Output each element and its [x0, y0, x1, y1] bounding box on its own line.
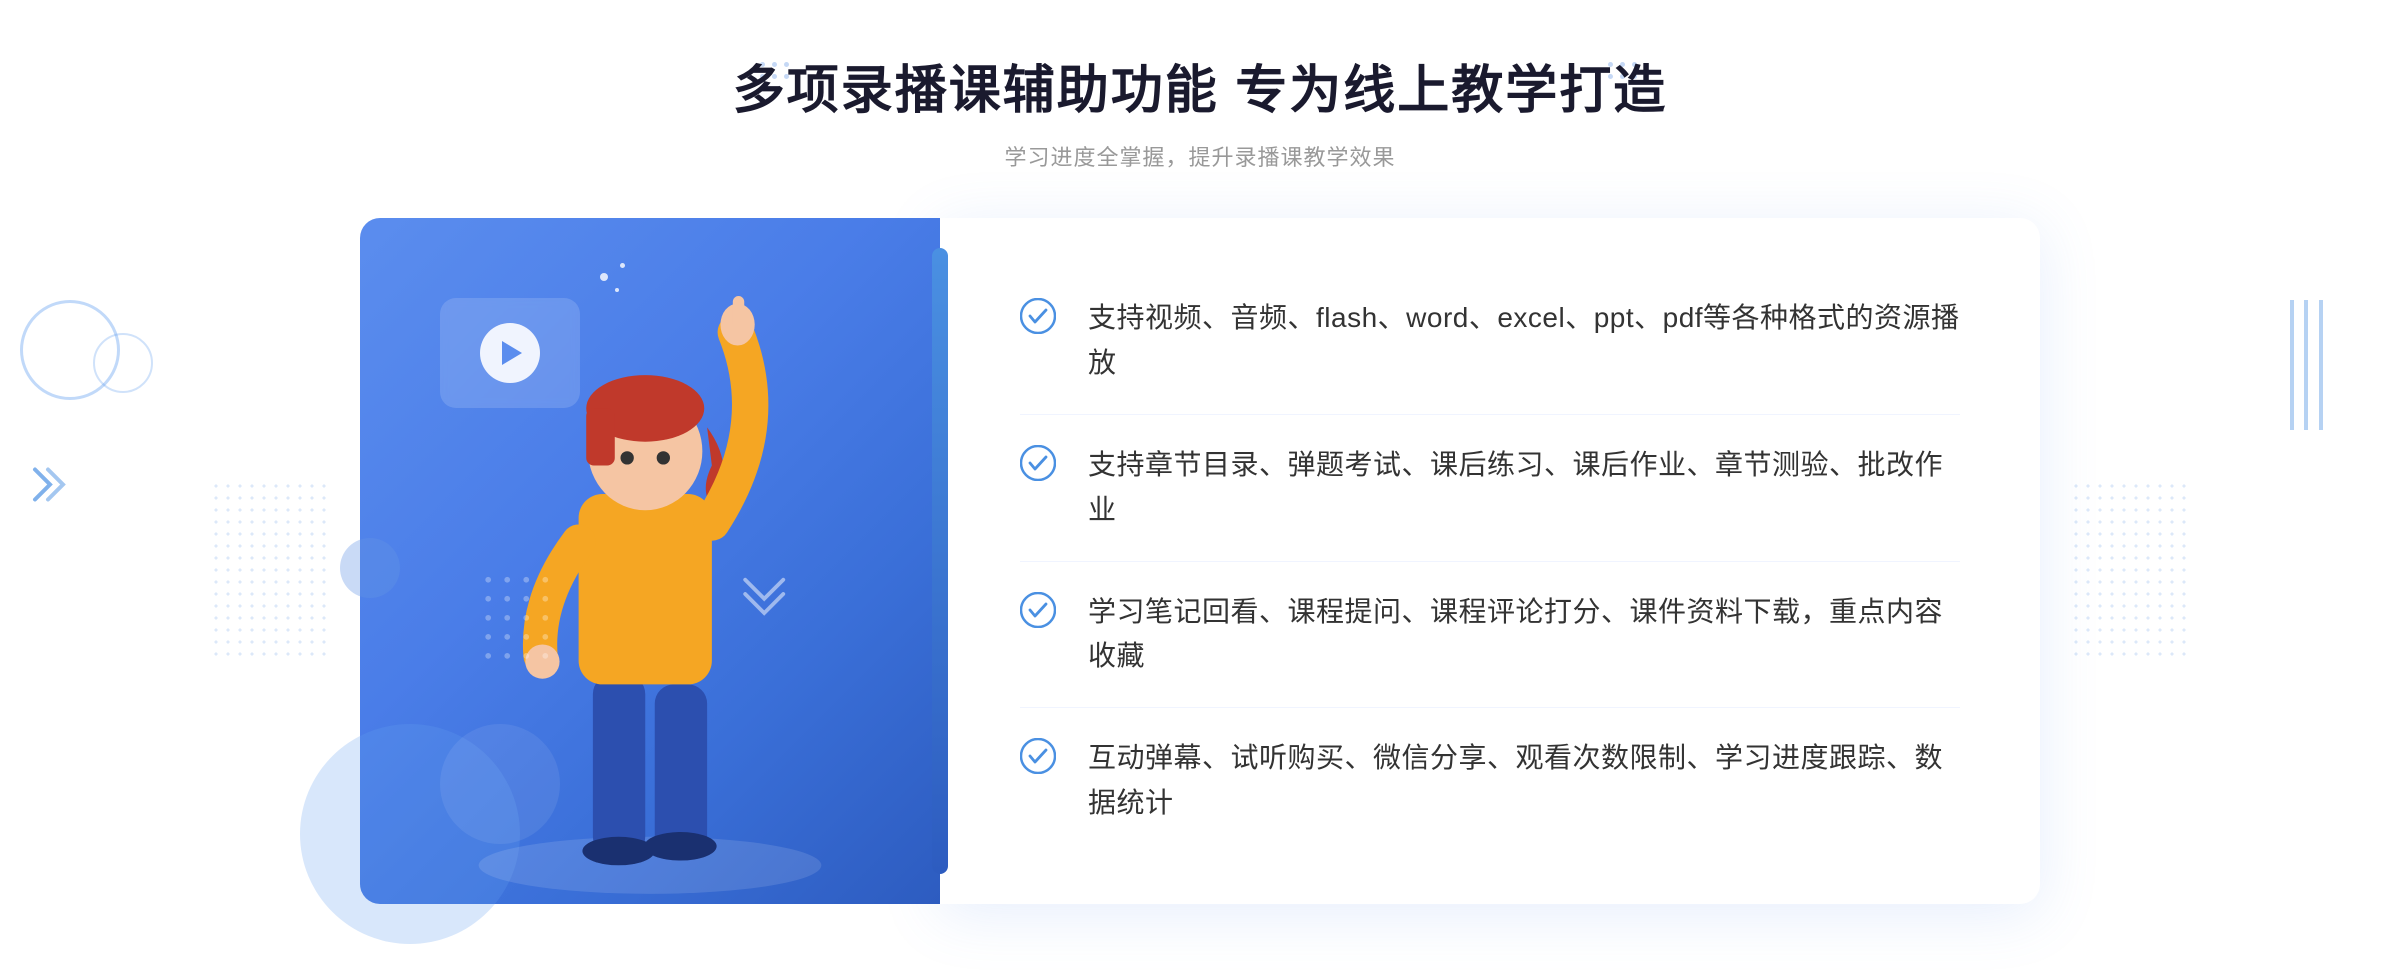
feature-item-2: 支持章节目录、弹题考试、课后练习、课后作业、章节测验、批改作业	[1020, 415, 1960, 562]
check-icon-1	[1020, 298, 1056, 334]
feature-text-2: 支持章节目录、弹题考试、课后练习、课后作业、章节测验、批改作业	[1088, 443, 1960, 533]
left-chevrons	[30, 465, 70, 510]
circle-outline-1	[20, 300, 120, 400]
content-area: 支持视频、音频、flash、word、excel、ppt、pdf等各种格式的资源…	[360, 218, 2040, 903]
striped-rect	[2290, 300, 2340, 430]
feature-text-3: 学习笔记回看、课程提问、课程评论打分、课件资料下载，重点内容收藏	[1088, 590, 1960, 680]
far-left-deco	[20, 300, 120, 400]
check-icon-4	[1020, 738, 1056, 774]
main-title: 多项录播课辅助功能 专为线上教学打造	[733, 60, 1667, 122]
feature-text-4: 互动弹幕、试听购买、微信分享、观看次数限制、学习进度跟踪、数据统计	[1088, 736, 1960, 826]
dot-pattern-left	[210, 480, 330, 660]
person-illustration	[360, 218, 940, 903]
check-icon-2	[1020, 445, 1056, 481]
feature-item-1: 支持视频、音频、flash、word、excel、ppt、pdf等各种格式的资源…	[1020, 268, 1960, 415]
features-panel: 支持视频、音频、flash、word、excel、ppt、pdf等各种格式的资源…	[940, 218, 2040, 903]
circle-outline-2	[93, 333, 153, 393]
header: 多项录播课辅助功能 专为线上教学打造 学习进度全掌握，提升录播课教学效果	[733, 60, 1667, 172]
feature-item-4: 互动弹幕、试听购买、微信分享、观看次数限制、学习进度跟踪、数据统计	[1020, 708, 1960, 854]
check-icon-3	[1020, 592, 1056, 628]
feature-item-3: 学习笔记回看、课程提问、课程评论打分、课件资料下载，重点内容收藏	[1020, 562, 1960, 709]
page-wrapper: 多项录播课辅助功能 专为线上教学打造 学习进度全掌握，提升录播课教学效果	[0, 0, 2400, 974]
illustration-panel	[360, 218, 940, 903]
feature-text-1: 支持视频、音频、flash、word、excel、ppt、pdf等各种格式的资源…	[1088, 296, 1960, 386]
sub-title: 学习进度全掌握，提升录播课教学效果	[733, 140, 1667, 172]
dot-pattern-right	[2070, 480, 2190, 660]
